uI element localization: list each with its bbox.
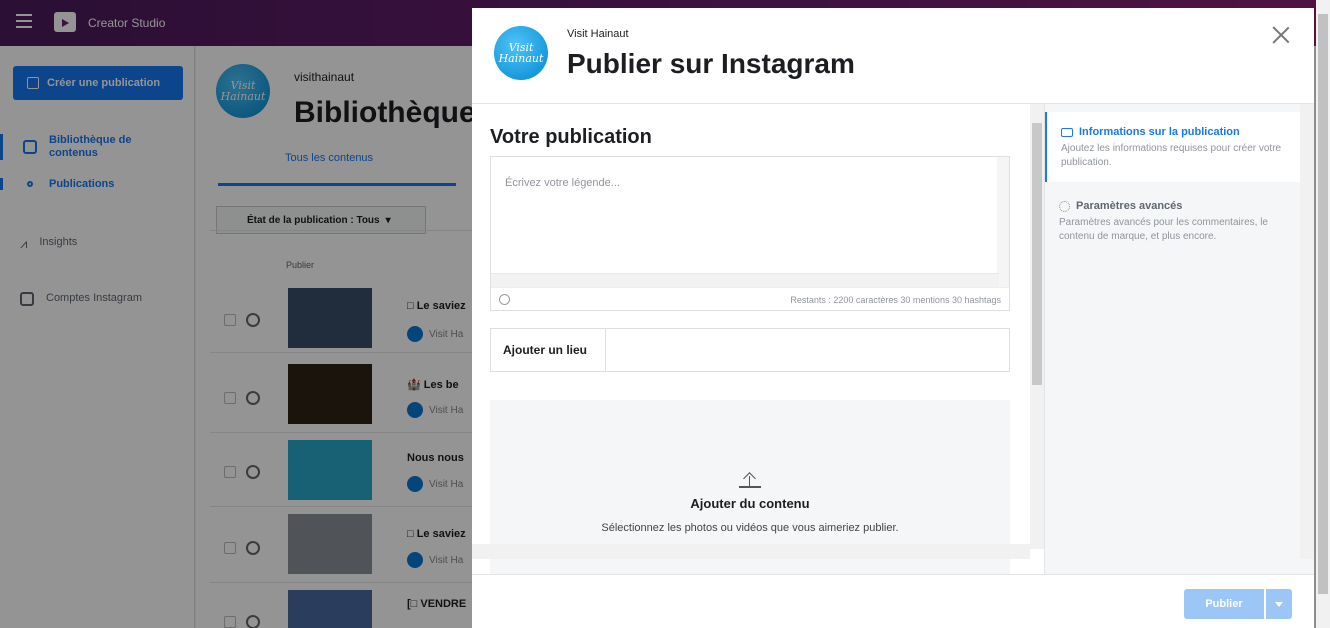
step-title: Paramètres avancés bbox=[1059, 200, 1286, 212]
upload-title: Ajouter du contenu bbox=[690, 496, 810, 511]
caption-scrollbar[interactable] bbox=[997, 157, 1009, 287]
caption-hscrollbar[interactable] bbox=[491, 273, 999, 287]
location-field[interactable]: Ajouter un lieu bbox=[490, 328, 1010, 372]
dialog-footer: Publier bbox=[472, 574, 1314, 628]
location-label: Ajouter un lieu bbox=[491, 329, 606, 371]
gear-icon bbox=[1059, 200, 1070, 212]
location-input[interactable] bbox=[606, 329, 1009, 371]
section-title: Votre publication bbox=[490, 126, 652, 148]
page-scrollbar-thumb[interactable] bbox=[1318, 14, 1328, 594]
remaining-count: Restants : 2200 caractères 30 mentions 3… bbox=[790, 294, 1001, 305]
upload-subtitle: Sélectionnez les photos ou vidéos que vo… bbox=[601, 522, 899, 534]
step-title-label: Paramètres avancés bbox=[1076, 200, 1183, 212]
publish-options-chevron-down-icon[interactable] bbox=[1266, 589, 1292, 619]
step-post-info[interactable]: Informations sur la publication Ajoutez … bbox=[1045, 112, 1300, 182]
step-description: Ajoutez les informations requises pour c… bbox=[1061, 143, 1282, 168]
editor-scrollbar-thumb[interactable] bbox=[1032, 123, 1042, 385]
dialog-title: Publier sur Instagram bbox=[567, 48, 855, 79]
step-title-label: Informations sur la publication bbox=[1079, 126, 1240, 138]
upload-icon-base bbox=[739, 486, 761, 488]
close-icon[interactable] bbox=[1272, 26, 1290, 44]
steps-panel: Informations sur la publication Ajoutez … bbox=[1044, 104, 1314, 574]
account-avatar: Visit Hainaut bbox=[494, 26, 548, 80]
editor-hscrollbar[interactable] bbox=[472, 544, 1030, 559]
step-description: Paramètres avancés pour les commentaires… bbox=[1059, 217, 1268, 242]
caption-textarea[interactable]: Écrivez votre légende... Restants : 2200… bbox=[490, 156, 1010, 311]
caption-footer: Restants : 2200 caractères 30 mentions 3… bbox=[491, 287, 1009, 311]
caption-placeholder: Écrivez votre légende... bbox=[505, 177, 620, 189]
publish-dialog: Visit Hainaut Visit Hainaut Publier sur … bbox=[472, 8, 1314, 628]
publish-button[interactable]: Publier bbox=[1184, 589, 1264, 619]
emoji-icon[interactable] bbox=[499, 294, 510, 305]
dialog-header: Visit Hainaut Visit Hainaut Publier sur … bbox=[472, 8, 1314, 104]
steps-scrollbar[interactable] bbox=[1300, 104, 1314, 559]
step-advanced-settings[interactable]: Paramètres avancés Paramètres avancés po… bbox=[1045, 186, 1300, 256]
step-title: Informations sur la publication bbox=[1061, 126, 1286, 138]
post-editor: Votre publication Écrivez votre légende.… bbox=[472, 104, 1037, 574]
document-icon bbox=[1061, 127, 1073, 137]
dialog-account-name: Visit Hainaut bbox=[567, 28, 629, 40]
